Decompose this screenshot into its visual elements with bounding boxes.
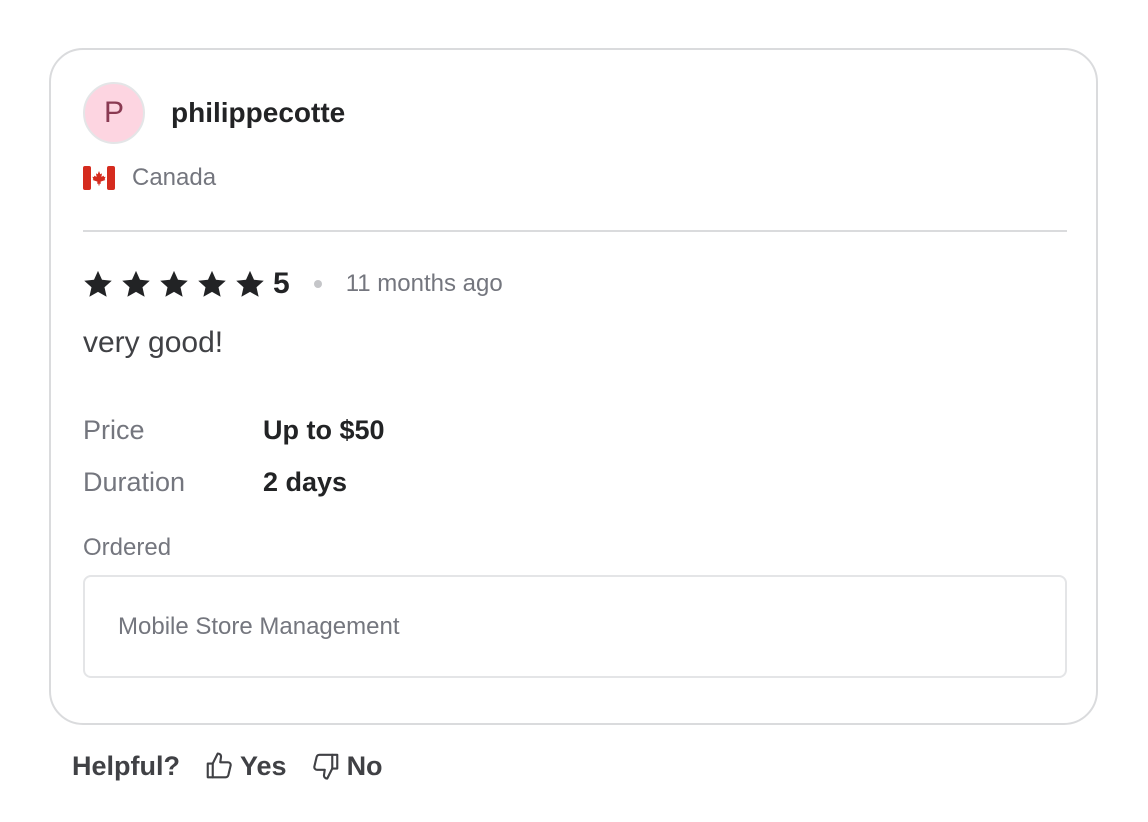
star-icon bbox=[160, 270, 188, 297]
rating-value: 5 bbox=[273, 267, 290, 300]
ordered-label: Ordered bbox=[83, 534, 172, 561]
detail-label: Price bbox=[83, 414, 145, 445]
thumbs-up-icon bbox=[206, 752, 232, 779]
star-icon bbox=[122, 270, 150, 297]
helpful-yes-label: Yes bbox=[240, 750, 287, 781]
country-name: Canada bbox=[132, 164, 217, 191]
detail-label: Duration bbox=[83, 466, 186, 497]
review-details: Price Up to $50 Duration 2 days bbox=[83, 404, 385, 508]
star-icon bbox=[236, 270, 264, 297]
ordered-item-name: Mobile Store Management bbox=[118, 612, 400, 640]
detail-row-price: Price Up to $50 bbox=[83, 404, 385, 456]
helpful-no-button[interactable]: No bbox=[311, 751, 383, 782]
detail-value: Up to $50 bbox=[263, 414, 385, 445]
avatar-initial: P bbox=[103, 96, 124, 129]
helpful-feedback: Helpful? Yes No bbox=[72, 746, 383, 786]
helpful-no-label: No bbox=[346, 750, 383, 781]
helpful-label: Helpful? bbox=[72, 750, 180, 781]
reviewer-username[interactable]: philippecotte bbox=[171, 97, 345, 129]
detail-value: 2 days bbox=[263, 466, 348, 497]
rating-row: 5 11 months ago bbox=[83, 264, 503, 304]
review-card: P philippecotte Canada 5 11 months ago v… bbox=[49, 48, 1098, 725]
star-icon bbox=[198, 270, 226, 297]
divider bbox=[83, 230, 1067, 232]
star-icon bbox=[84, 270, 112, 297]
reviewer-header: P philippecotte bbox=[83, 82, 345, 144]
review-text: very good! bbox=[83, 326, 224, 359]
review-timestamp: 11 months ago bbox=[345, 270, 503, 297]
helpful-yes-button[interactable]: Yes bbox=[204, 751, 287, 782]
detail-row-duration: Duration 2 days bbox=[83, 456, 385, 508]
separator-dot bbox=[313, 280, 322, 288]
star-rating bbox=[83, 269, 273, 299]
thumbs-down-icon bbox=[312, 753, 338, 780]
avatar[interactable]: P bbox=[83, 82, 145, 144]
reviewer-country: Canada bbox=[83, 164, 216, 192]
ordered-item-box[interactable]: Mobile Store Management bbox=[83, 575, 1067, 678]
canada-flag-icon bbox=[83, 166, 115, 190]
